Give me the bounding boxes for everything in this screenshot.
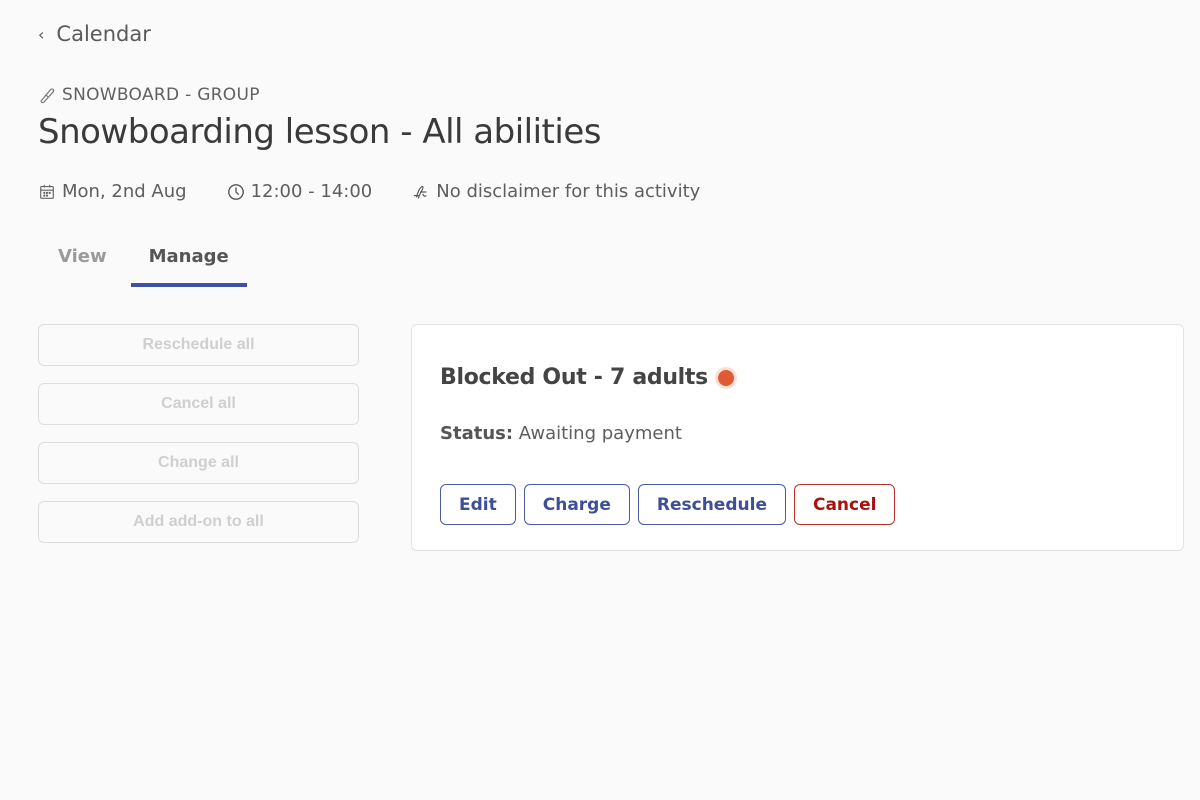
category-label: SNOWBOARD - GROUP bbox=[62, 85, 260, 105]
clock-icon bbox=[227, 183, 244, 200]
tag-icon bbox=[40, 88, 55, 104]
tab-view[interactable]: View bbox=[38, 244, 127, 287]
status-dot-icon bbox=[717, 369, 734, 386]
cancel-all-button[interactable]: Cancel all bbox=[38, 383, 359, 425]
charge-button[interactable]: Charge bbox=[523, 484, 630, 525]
booking-card: Blocked Out - 7 adults Status: Awaiting … bbox=[411, 324, 1184, 551]
reschedule-button[interactable]: Reschedule bbox=[637, 484, 786, 525]
activity-date: Mon, 2nd Aug bbox=[38, 181, 187, 202]
cancel-button[interactable]: Cancel bbox=[793, 484, 896, 525]
tab-manage[interactable]: Manage bbox=[129, 244, 249, 287]
disclaimer-text: No disclaimer for this activity bbox=[436, 181, 701, 202]
status-value: Awaiting payment bbox=[518, 423, 682, 444]
reschedule-all-button[interactable]: Reschedule all bbox=[38, 324, 359, 366]
activity-disclaimer: No disclaimer for this activity bbox=[412, 181, 700, 202]
signature-icon bbox=[414, 185, 427, 198]
change-all-button[interactable]: Change all bbox=[38, 442, 359, 484]
chevron-left-icon: ‹ bbox=[38, 24, 45, 44]
back-label: Calendar bbox=[56, 22, 151, 46]
add-addon-to-all-button[interactable]: Add add-on to all bbox=[38, 501, 359, 543]
time-text: 12:00 - 14:00 bbox=[250, 181, 373, 202]
activity-meta: Mon, 2nd Aug 12:00 - 14:00 No disclaimer… bbox=[38, 181, 740, 202]
status-label: Status: bbox=[440, 423, 514, 444]
tab-bar: View Manage bbox=[38, 244, 249, 287]
booking-actions: Edit Charge Reschedule Cancel bbox=[440, 484, 896, 525]
activity-time: 12:00 - 14:00 bbox=[227, 181, 373, 202]
activity-category: SNOWBOARD - GROUP bbox=[38, 85, 260, 105]
calendar-icon bbox=[40, 184, 54, 199]
date-text: Mon, 2nd Aug bbox=[62, 181, 187, 202]
booking-title-text: Blocked Out - 7 adults bbox=[440, 365, 708, 390]
back-to-calendar-link[interactable]: ‹ Calendar bbox=[38, 22, 151, 46]
booking-status: Status: Awaiting payment bbox=[440, 423, 682, 444]
page-title: Snowboarding lesson - All abilities bbox=[38, 112, 601, 152]
booking-title: Blocked Out - 7 adults bbox=[440, 365, 734, 390]
edit-button[interactable]: Edit bbox=[440, 484, 516, 525]
bulk-actions: Reschedule all Cancel all Change all Add… bbox=[38, 324, 359, 543]
